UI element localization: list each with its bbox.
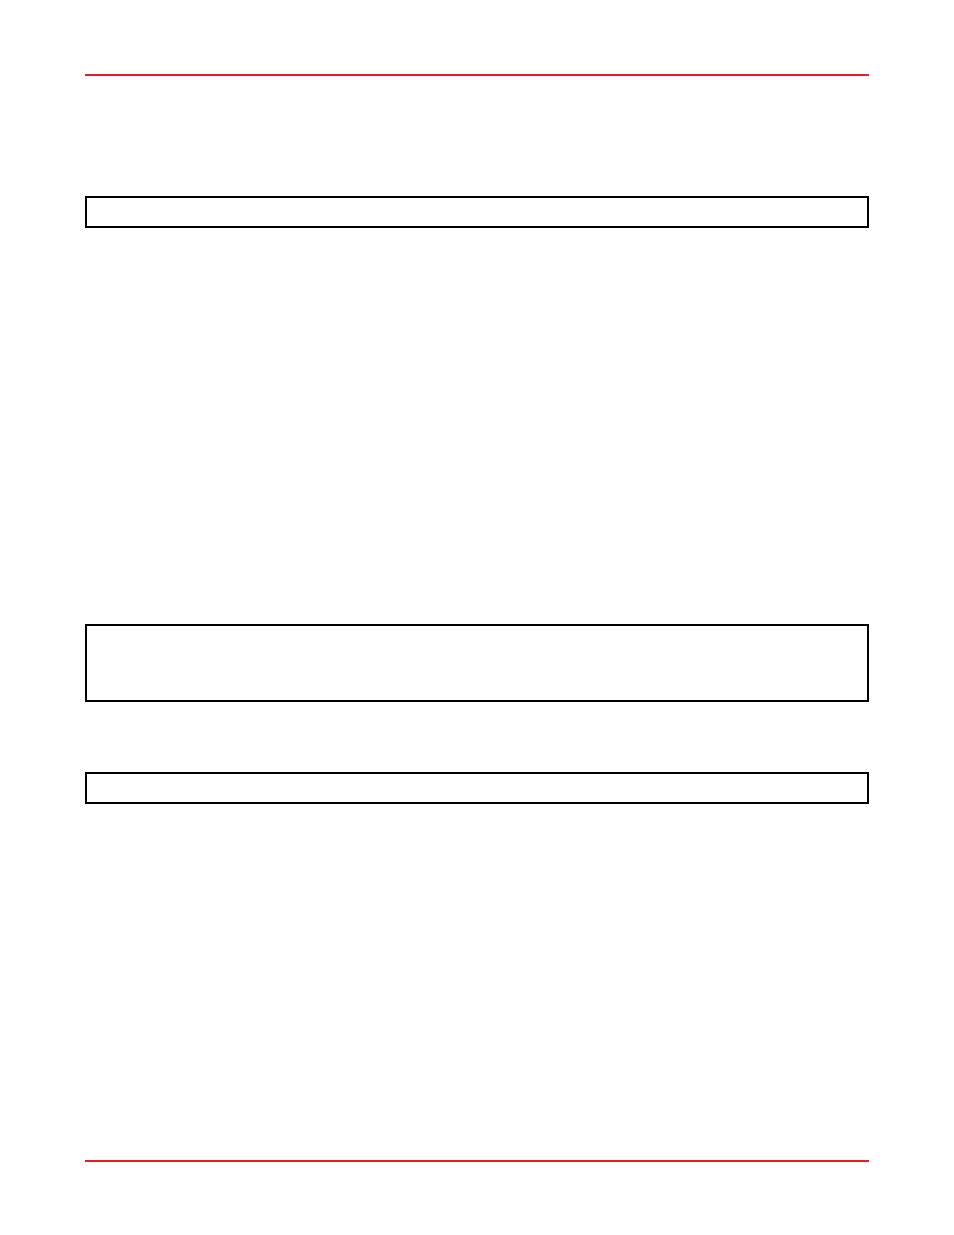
top-divider — [85, 74, 869, 76]
bottom-divider — [85, 1160, 869, 1162]
outlined-box-1 — [85, 196, 869, 228]
outlined-box-3 — [85, 772, 869, 804]
outlined-box-2 — [85, 624, 869, 702]
